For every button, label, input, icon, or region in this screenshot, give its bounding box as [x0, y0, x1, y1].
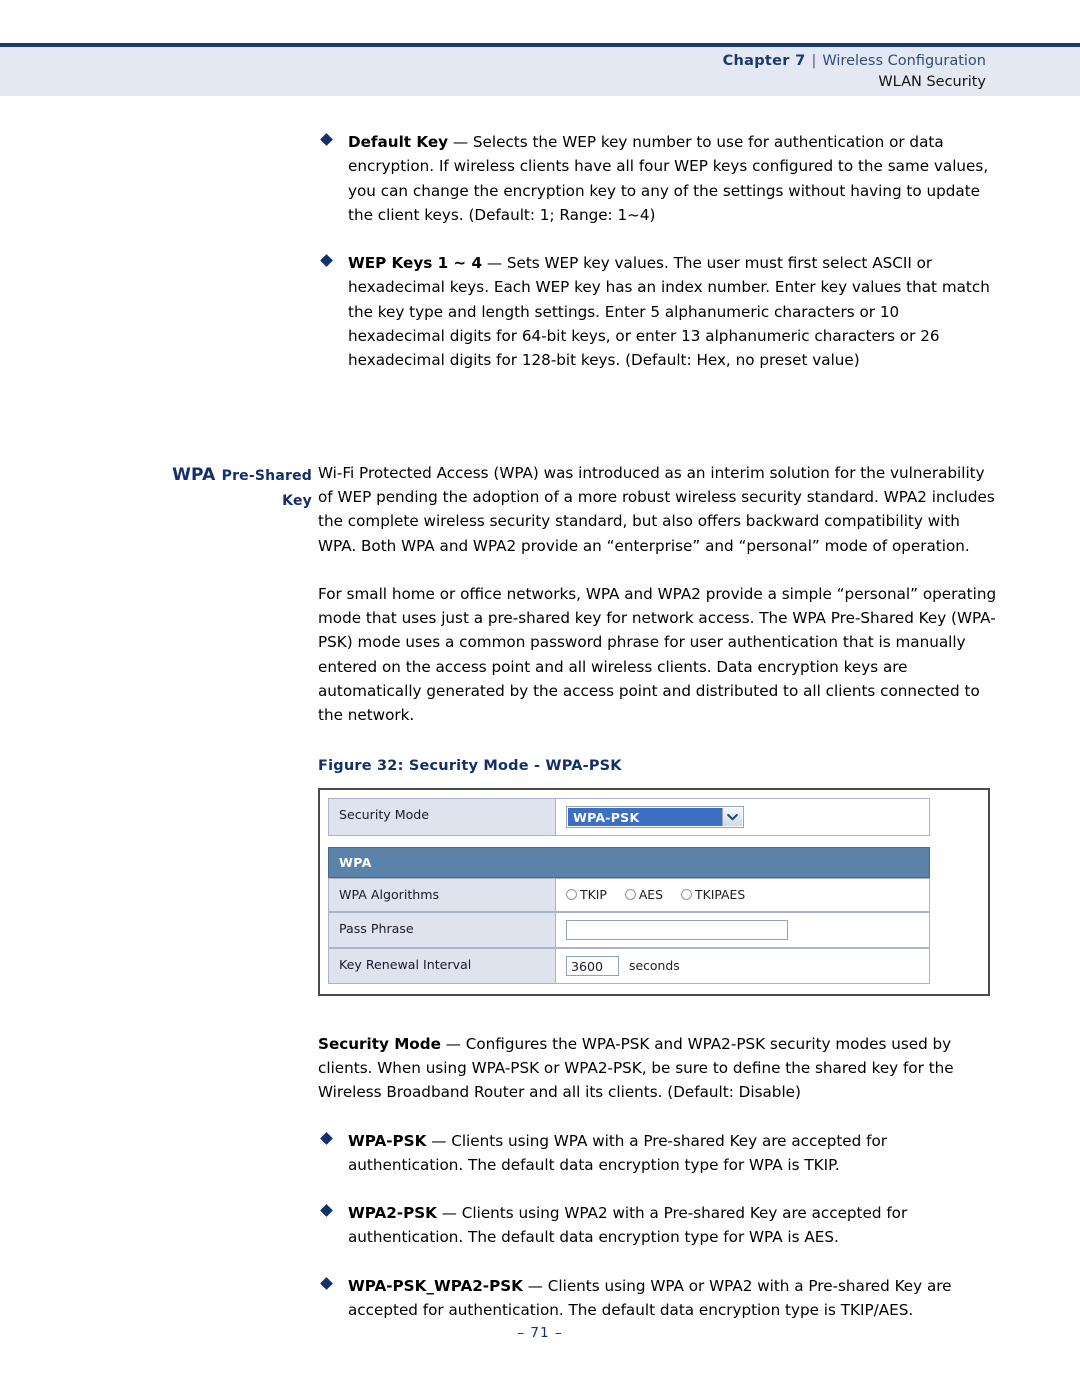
label-wpa-algorithms: WPA Algorithms — [328, 877, 556, 912]
bullet-default-key: Default Key — Selects the WEP key number… — [318, 130, 998, 227]
bullet-wep-keys: WEP Keys 1 ~ 4 — Sets WEP key values. Th… — [318, 251, 998, 372]
chevron-down-icon[interactable] — [722, 807, 742, 826]
diamond-bullet-icon — [320, 1276, 333, 1290]
figure-caption: Figure 32: Security Mode - WPA-PSK — [318, 757, 622, 774]
radio-tkipaes-label: TKIPAES — [695, 887, 746, 903]
bullet-term: WPA-PSK — [348, 1131, 427, 1150]
value-security-mode: WPA-PSK — [556, 797, 930, 836]
page-footer: – 71 – — [0, 1325, 1080, 1341]
page-content: Default Key — Selects the WEP key number… — [0, 130, 1080, 1322]
bullet-wpa-psk-wpa2-psk: WPA-PSK_WPA2-PSK — Clients using WPA or … — [318, 1274, 998, 1323]
bullet-term: Default Key — [348, 133, 449, 151]
wpa-pre-shared-key-section: WPA Pre-Shared Key Wi-Fi Protected Acces… — [0, 461, 1080, 558]
side-heading-line2: Key — [282, 493, 312, 510]
diamond-bullet-icon — [320, 133, 333, 146]
bullet-wpa2-psk: WPA2-PSK — Clients using WPA2 with a Pre… — [318, 1201, 998, 1250]
header-text-block: Chapter 7 | Wireless Configuration WLAN Se… — [0, 50, 1080, 93]
header-subtitle: WLAN Security — [878, 74, 986, 90]
chapter-title: Wireless Configuration — [822, 53, 986, 69]
bullet-term: WEP Keys 1 ~ 4 — [348, 254, 483, 273]
label-pass-phrase: Pass Phrase — [328, 911, 556, 948]
radio-aes-label: AES — [638, 887, 663, 903]
row-wpa-algorithms: WPA Algorithms TKIP AES TKIPAES — [328, 877, 930, 912]
breadcrumb-separator: | — [811, 53, 817, 69]
side-heading-line1-first: WPA — [172, 464, 216, 485]
bullet-dash: — — [448, 133, 473, 151]
section-bar-wpa: WPA — [328, 846, 930, 878]
bullet-term: WPA-PSK_WPA2-PSK — [348, 1276, 523, 1295]
key-renewal-unit-label: seconds — [629, 958, 680, 974]
paragraph-security-mode: Security Mode — Configures the WPA-PSK a… — [318, 1032, 998, 1105]
diamond-bullet-icon — [320, 1131, 333, 1145]
bullet-dash: — — [482, 254, 507, 273]
radio-button-icon[interactable] — [566, 889, 577, 901]
chapter-label: Chapter 7 — [723, 53, 806, 69]
diamond-bullet-icon — [320, 1204, 333, 1217]
security-mode-selected-value: WPA-PSK — [568, 807, 722, 826]
security-mode-term: Security Mode — [318, 1034, 441, 1053]
bullet-wpa-psk: WPA-PSK — Clients using WPA with a Pre-s… — [318, 1129, 998, 1178]
bullet-term: WPA2-PSK — [348, 1204, 437, 1223]
radio-tkipaes[interactable]: TKIPAES — [681, 887, 745, 902]
bullet-dash: — — [426, 1131, 452, 1150]
radio-button-icon[interactable] — [681, 889, 692, 901]
value-wpa-algorithms: TKIP AES TKIPAES — [556, 877, 930, 912]
paragraph-wpa-intro: Wi-Fi Protected Access (WPA) was introdu… — [318, 463, 995, 555]
section-side-heading: WPA Pre-Shared Key — [62, 463, 312, 514]
side-heading-line1-rest: Pre-Shared — [221, 467, 312, 484]
label-key-renewal-interval: Key Renewal Interval — [328, 947, 556, 984]
figure-row-gap — [328, 835, 930, 847]
figure-security-mode-wpa-psk: Security Mode WPA-PSK WPA WPA Algorithms — [318, 787, 990, 996]
radio-tkip[interactable]: TKIP — [566, 887, 607, 902]
security-mode-dash: — — [440, 1034, 466, 1053]
page-number: – 71 – — [517, 1325, 563, 1341]
radio-aes[interactable]: AES — [624, 887, 663, 903]
diamond-bullet-icon — [320, 254, 333, 268]
chapter-label-text: Chapter — [722, 53, 790, 69]
row-security-mode: Security Mode WPA-PSK — [328, 797, 930, 836]
breadcrumb: Chapter 7 | Wireless Configuration — [0, 50, 986, 72]
value-key-renewal-interval: 3600 seconds — [556, 947, 930, 984]
value-pass-phrase — [556, 911, 930, 948]
page-header: Chapter 7 | Wireless Configuration WLAN Se… — [0, 0, 1080, 96]
row-key-renewal-interval: Key Renewal Interval 3600 seconds — [328, 947, 930, 984]
security-mode-dropdown[interactable]: WPA-PSK — [566, 805, 744, 828]
radio-tkip-label: TKIP — [580, 887, 607, 903]
wpa-algorithms-radio-group: TKIP AES TKIPAES — [566, 887, 745, 902]
bullet-dash: — — [436, 1204, 462, 1223]
label-security-mode: Security Mode — [328, 797, 556, 836]
chapter-number: 7 — [795, 53, 806, 69]
paragraph-wpa-personal: For small home or office networks, WPA a… — [318, 584, 997, 725]
row-pass-phrase: Pass Phrase — [328, 911, 930, 948]
bullet-dash: — — [522, 1276, 548, 1295]
radio-button-icon[interactable] — [624, 889, 636, 901]
key-renewal-interval-input[interactable]: 3600 — [566, 955, 619, 976]
pass-phrase-input[interactable] — [566, 919, 788, 940]
